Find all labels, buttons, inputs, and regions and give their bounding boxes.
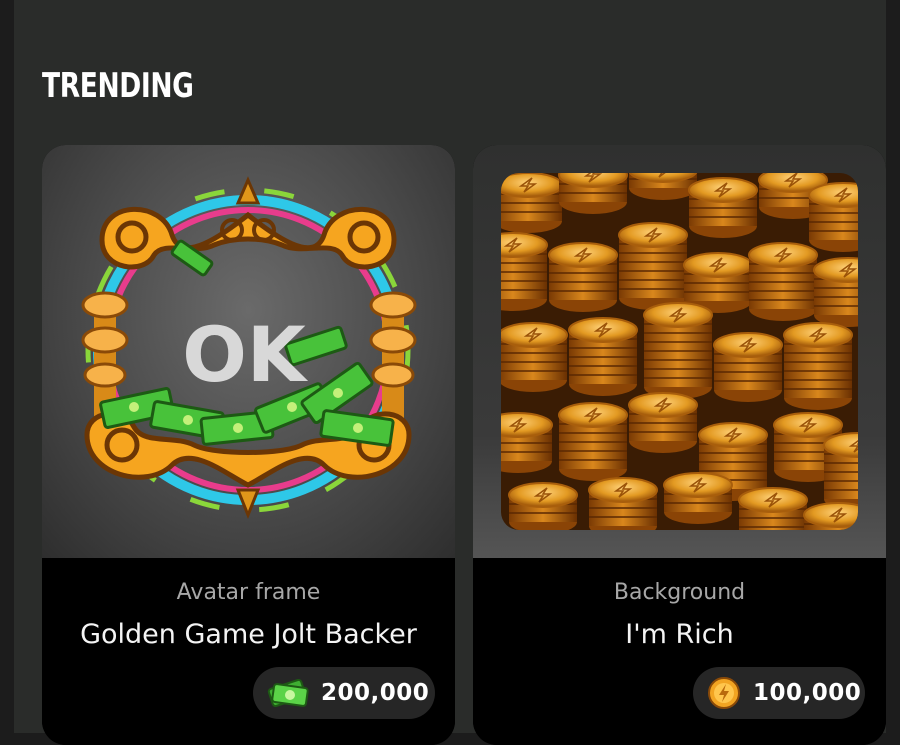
coins-background-artwork [501,173,858,530]
shop-item-card-background[interactable]: Background I'm Rich 100,000 [473,145,886,745]
price-value: 200,000 [321,680,430,706]
shop-page: TRENDING OK Avatar frame Golden Game Jol… [14,0,886,745]
item-name: I'm Rich [625,619,734,650]
artwork-ok-text: OK [182,310,309,399]
money-icon [267,676,309,710]
item-type: Background [613,580,746,605]
item-preview [473,145,886,558]
avatar-frame-artwork: OK [81,176,417,520]
item-preview: OK [42,145,455,558]
item-type: Avatar frame [176,580,321,605]
price-button[interactable]: 100,000 [693,667,865,719]
price-value: 100,000 [753,680,862,706]
coin-icon [707,676,741,710]
price-button[interactable]: 200,000 [253,667,435,719]
item-name: Golden Game Jolt Backer [80,619,417,650]
shop-item-card-avatar-frame[interactable]: OK Avatar frame Golden Game Jolt Backer … [42,145,455,745]
section-title: TRENDING [42,66,194,106]
